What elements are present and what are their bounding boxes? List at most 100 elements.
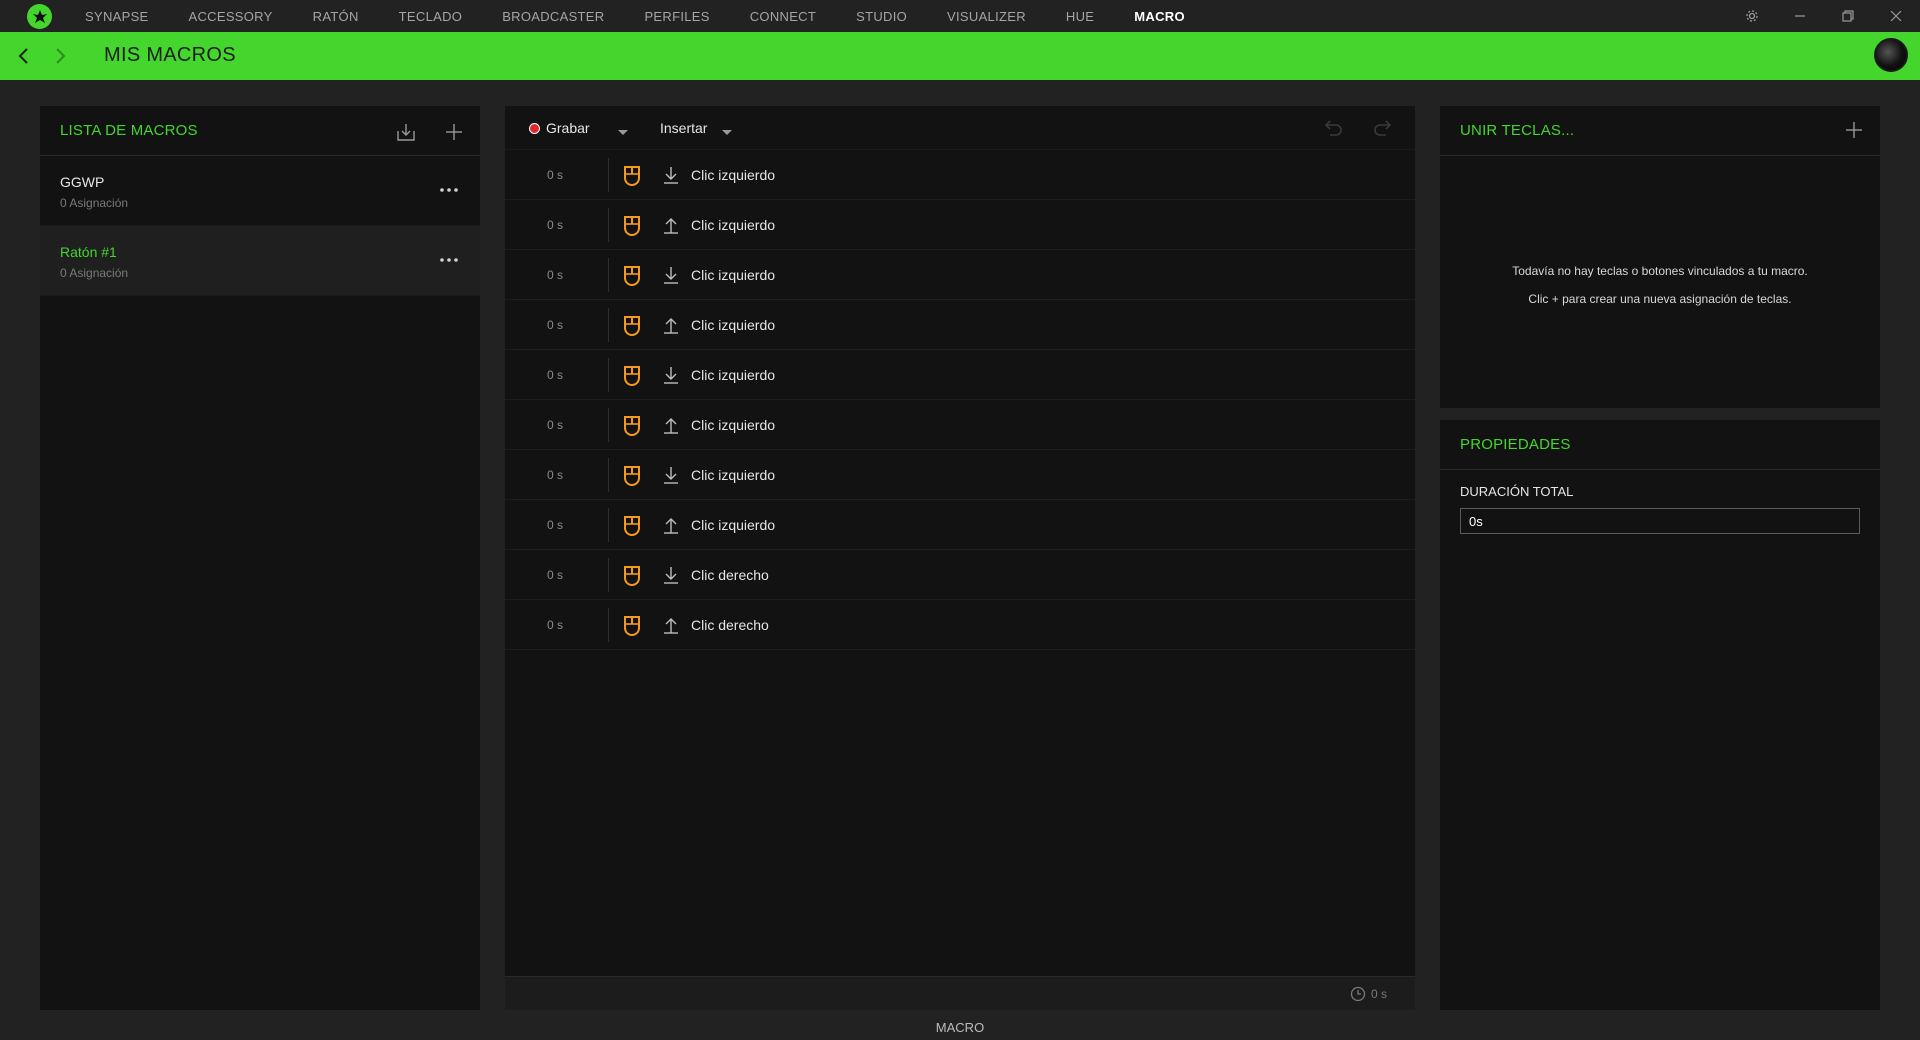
macro-list-item[interactable]: Ratón #1 0 Asignación bbox=[40, 226, 480, 296]
tab-rat-n[interactable]: RATÓN bbox=[313, 9, 359, 24]
record-button[interactable]: Grabar bbox=[529, 120, 590, 136]
redo-icon[interactable] bbox=[1371, 116, 1395, 140]
event-label: Clic izquierdo bbox=[691, 166, 776, 183]
event-label: Clic izquierdo bbox=[691, 216, 776, 233]
page-title: MIS MACROS bbox=[104, 44, 236, 66]
tab-teclado[interactable]: TECLADO bbox=[399, 9, 463, 24]
event-label: Clic izquierdo bbox=[691, 516, 776, 533]
macro-editor-panel: Grabar Insertar 0 s Clic izquierdo 0 s Clic… bbox=[505, 106, 1415, 1010]
tab-broadcaster[interactable]: BROADCASTER bbox=[502, 9, 604, 24]
editor-toolbar: Grabar Insertar bbox=[505, 106, 1415, 150]
event-delay[interactable]: 0 s bbox=[535, 468, 575, 482]
more-options-icon[interactable] bbox=[438, 180, 460, 200]
total-time: 0 s bbox=[1350, 986, 1387, 1002]
restore-icon[interactable] bbox=[1824, 0, 1872, 32]
tab-studio[interactable]: STUDIO bbox=[856, 9, 907, 24]
top-menu-bar: SYNAPSE ACCESSORY RATÓN TECLADO BROADCASTER P… bbox=[0, 0, 1920, 32]
properties-title: PROPIEDADES bbox=[1460, 436, 1571, 453]
total-time-value: 0 s bbox=[1370, 987, 1387, 1001]
macro-event-row[interactable]: 0 s Clic izquierdo bbox=[505, 350, 1415, 400]
tab-hue[interactable]: HUE bbox=[1066, 9, 1094, 24]
row-divider bbox=[608, 258, 609, 292]
razer-logo-icon[interactable] bbox=[27, 4, 52, 29]
more-options-icon[interactable] bbox=[438, 250, 460, 270]
macro-event-row[interactable]: 0 s Clic derecho bbox=[505, 600, 1415, 650]
macro-event-row[interactable]: 0 s Clic izquierdo bbox=[505, 200, 1415, 250]
mouse-icon bbox=[620, 213, 644, 237]
insert-label: Insertar bbox=[660, 120, 708, 136]
main-tabs: SYNAPSE ACCESSORY RATÓN TECLADO BROADCASTER P… bbox=[85, 0, 1225, 32]
macro-event-row[interactable]: 0 s Clic izquierdo bbox=[505, 300, 1415, 350]
event-delay[interactable]: 0 s bbox=[535, 218, 575, 232]
macro-list-panel: LISTA DE MACROS GGWP 0 Asignación Ratón #1… bbox=[40, 106, 480, 1010]
tab-accessory[interactable]: ACCESSORY bbox=[189, 9, 273, 24]
press-down-arrow-icon bbox=[661, 165, 681, 185]
event-label: Clic izquierdo bbox=[691, 466, 776, 483]
tab-synapse[interactable]: SYNAPSE bbox=[85, 9, 149, 24]
macro-event-row[interactable]: 0 s Clic izquierdo bbox=[505, 450, 1415, 500]
close-icon[interactable] bbox=[1872, 0, 1920, 32]
tab-perfiles[interactable]: PERFILES bbox=[644, 9, 709, 24]
insert-button[interactable]: Insertar bbox=[660, 120, 707, 138]
avatar[interactable] bbox=[1874, 38, 1908, 72]
clock-icon bbox=[1350, 986, 1366, 1002]
event-delay[interactable]: 0 s bbox=[535, 368, 575, 382]
event-label: Clic derecho bbox=[691, 566, 769, 583]
mouse-icon bbox=[620, 413, 644, 437]
row-divider bbox=[608, 208, 609, 242]
gear-icon[interactable] bbox=[1728, 0, 1776, 32]
press-down-arrow-icon bbox=[661, 365, 681, 385]
forward-arrow-icon[interactable] bbox=[42, 32, 80, 80]
event-delay[interactable]: 0 s bbox=[535, 618, 575, 632]
status-bar: MACRO bbox=[0, 1015, 1920, 1040]
macro-name: GGWP bbox=[60, 174, 105, 190]
mouse-icon bbox=[620, 513, 644, 537]
bind-keys-empty-line2: Clic + para crear una nueva asignación d… bbox=[1528, 292, 1792, 306]
properties-panel: PROPIEDADES DURACIÓN TOTAL bbox=[1440, 420, 1880, 1010]
macro-event-row[interactable]: 0 s Clic izquierdo bbox=[505, 500, 1415, 550]
mouse-icon bbox=[620, 263, 644, 287]
insert-chevron-down-icon[interactable] bbox=[721, 124, 733, 135]
press-down-arrow-icon bbox=[661, 465, 681, 485]
tab-macro[interactable]: MACRO bbox=[1134, 9, 1185, 24]
release-up-arrow-icon bbox=[661, 515, 681, 535]
row-divider bbox=[608, 608, 609, 642]
total-duration-field[interactable] bbox=[1460, 508, 1860, 534]
macro-event-row[interactable]: 0 s Clic izquierdo bbox=[505, 150, 1415, 200]
record-icon bbox=[529, 122, 540, 134]
properties-header: PROPIEDADES bbox=[1440, 420, 1880, 470]
tab-connect[interactable]: CONNECT bbox=[750, 9, 816, 24]
macro-list: GGWP 0 Asignación Ratón #1 0 Asignación bbox=[40, 156, 480, 296]
event-delay[interactable]: 0 s bbox=[535, 318, 575, 332]
add-macro-icon[interactable] bbox=[442, 120, 466, 144]
tab-visualizer[interactable]: VISUALIZER bbox=[947, 9, 1026, 24]
release-up-arrow-icon bbox=[661, 615, 681, 635]
macro-event-row[interactable]: 0 s Clic derecho bbox=[505, 550, 1415, 600]
row-divider bbox=[608, 408, 609, 442]
mouse-icon bbox=[620, 363, 644, 387]
event-delay[interactable]: 0 s bbox=[535, 568, 575, 582]
macro-list-item[interactable]: GGWP 0 Asignación bbox=[40, 156, 480, 226]
macro-list-title: LISTA DE MACROS bbox=[60, 122, 198, 139]
page-header: MIS MACROS bbox=[0, 32, 1920, 80]
macro-event-row[interactable]: 0 s Clic izquierdo bbox=[505, 400, 1415, 450]
undo-icon[interactable] bbox=[1321, 116, 1345, 140]
macro-name: Ratón #1 bbox=[60, 244, 117, 260]
row-divider bbox=[608, 458, 609, 492]
event-delay[interactable]: 0 s bbox=[535, 418, 575, 432]
event-delay[interactable]: 0 s bbox=[535, 518, 575, 532]
macro-assignment-count: 0 Asignación bbox=[60, 266, 129, 280]
press-down-arrow-icon bbox=[661, 565, 681, 585]
back-arrow-icon[interactable] bbox=[4, 32, 42, 80]
event-label: Clic izquierdo bbox=[691, 366, 776, 383]
add-binding-icon[interactable] bbox=[1842, 118, 1866, 142]
mouse-icon bbox=[620, 313, 644, 337]
row-divider bbox=[608, 158, 609, 192]
import-icon[interactable] bbox=[394, 120, 418, 144]
event-delay[interactable]: 0 s bbox=[535, 168, 575, 182]
event-delay[interactable]: 0 s bbox=[535, 268, 575, 282]
row-divider bbox=[608, 358, 609, 392]
macro-event-row[interactable]: 0 s Clic izquierdo bbox=[505, 250, 1415, 300]
minimize-icon[interactable] bbox=[1776, 0, 1824, 32]
record-options-chevron-down-icon[interactable] bbox=[617, 124, 629, 135]
